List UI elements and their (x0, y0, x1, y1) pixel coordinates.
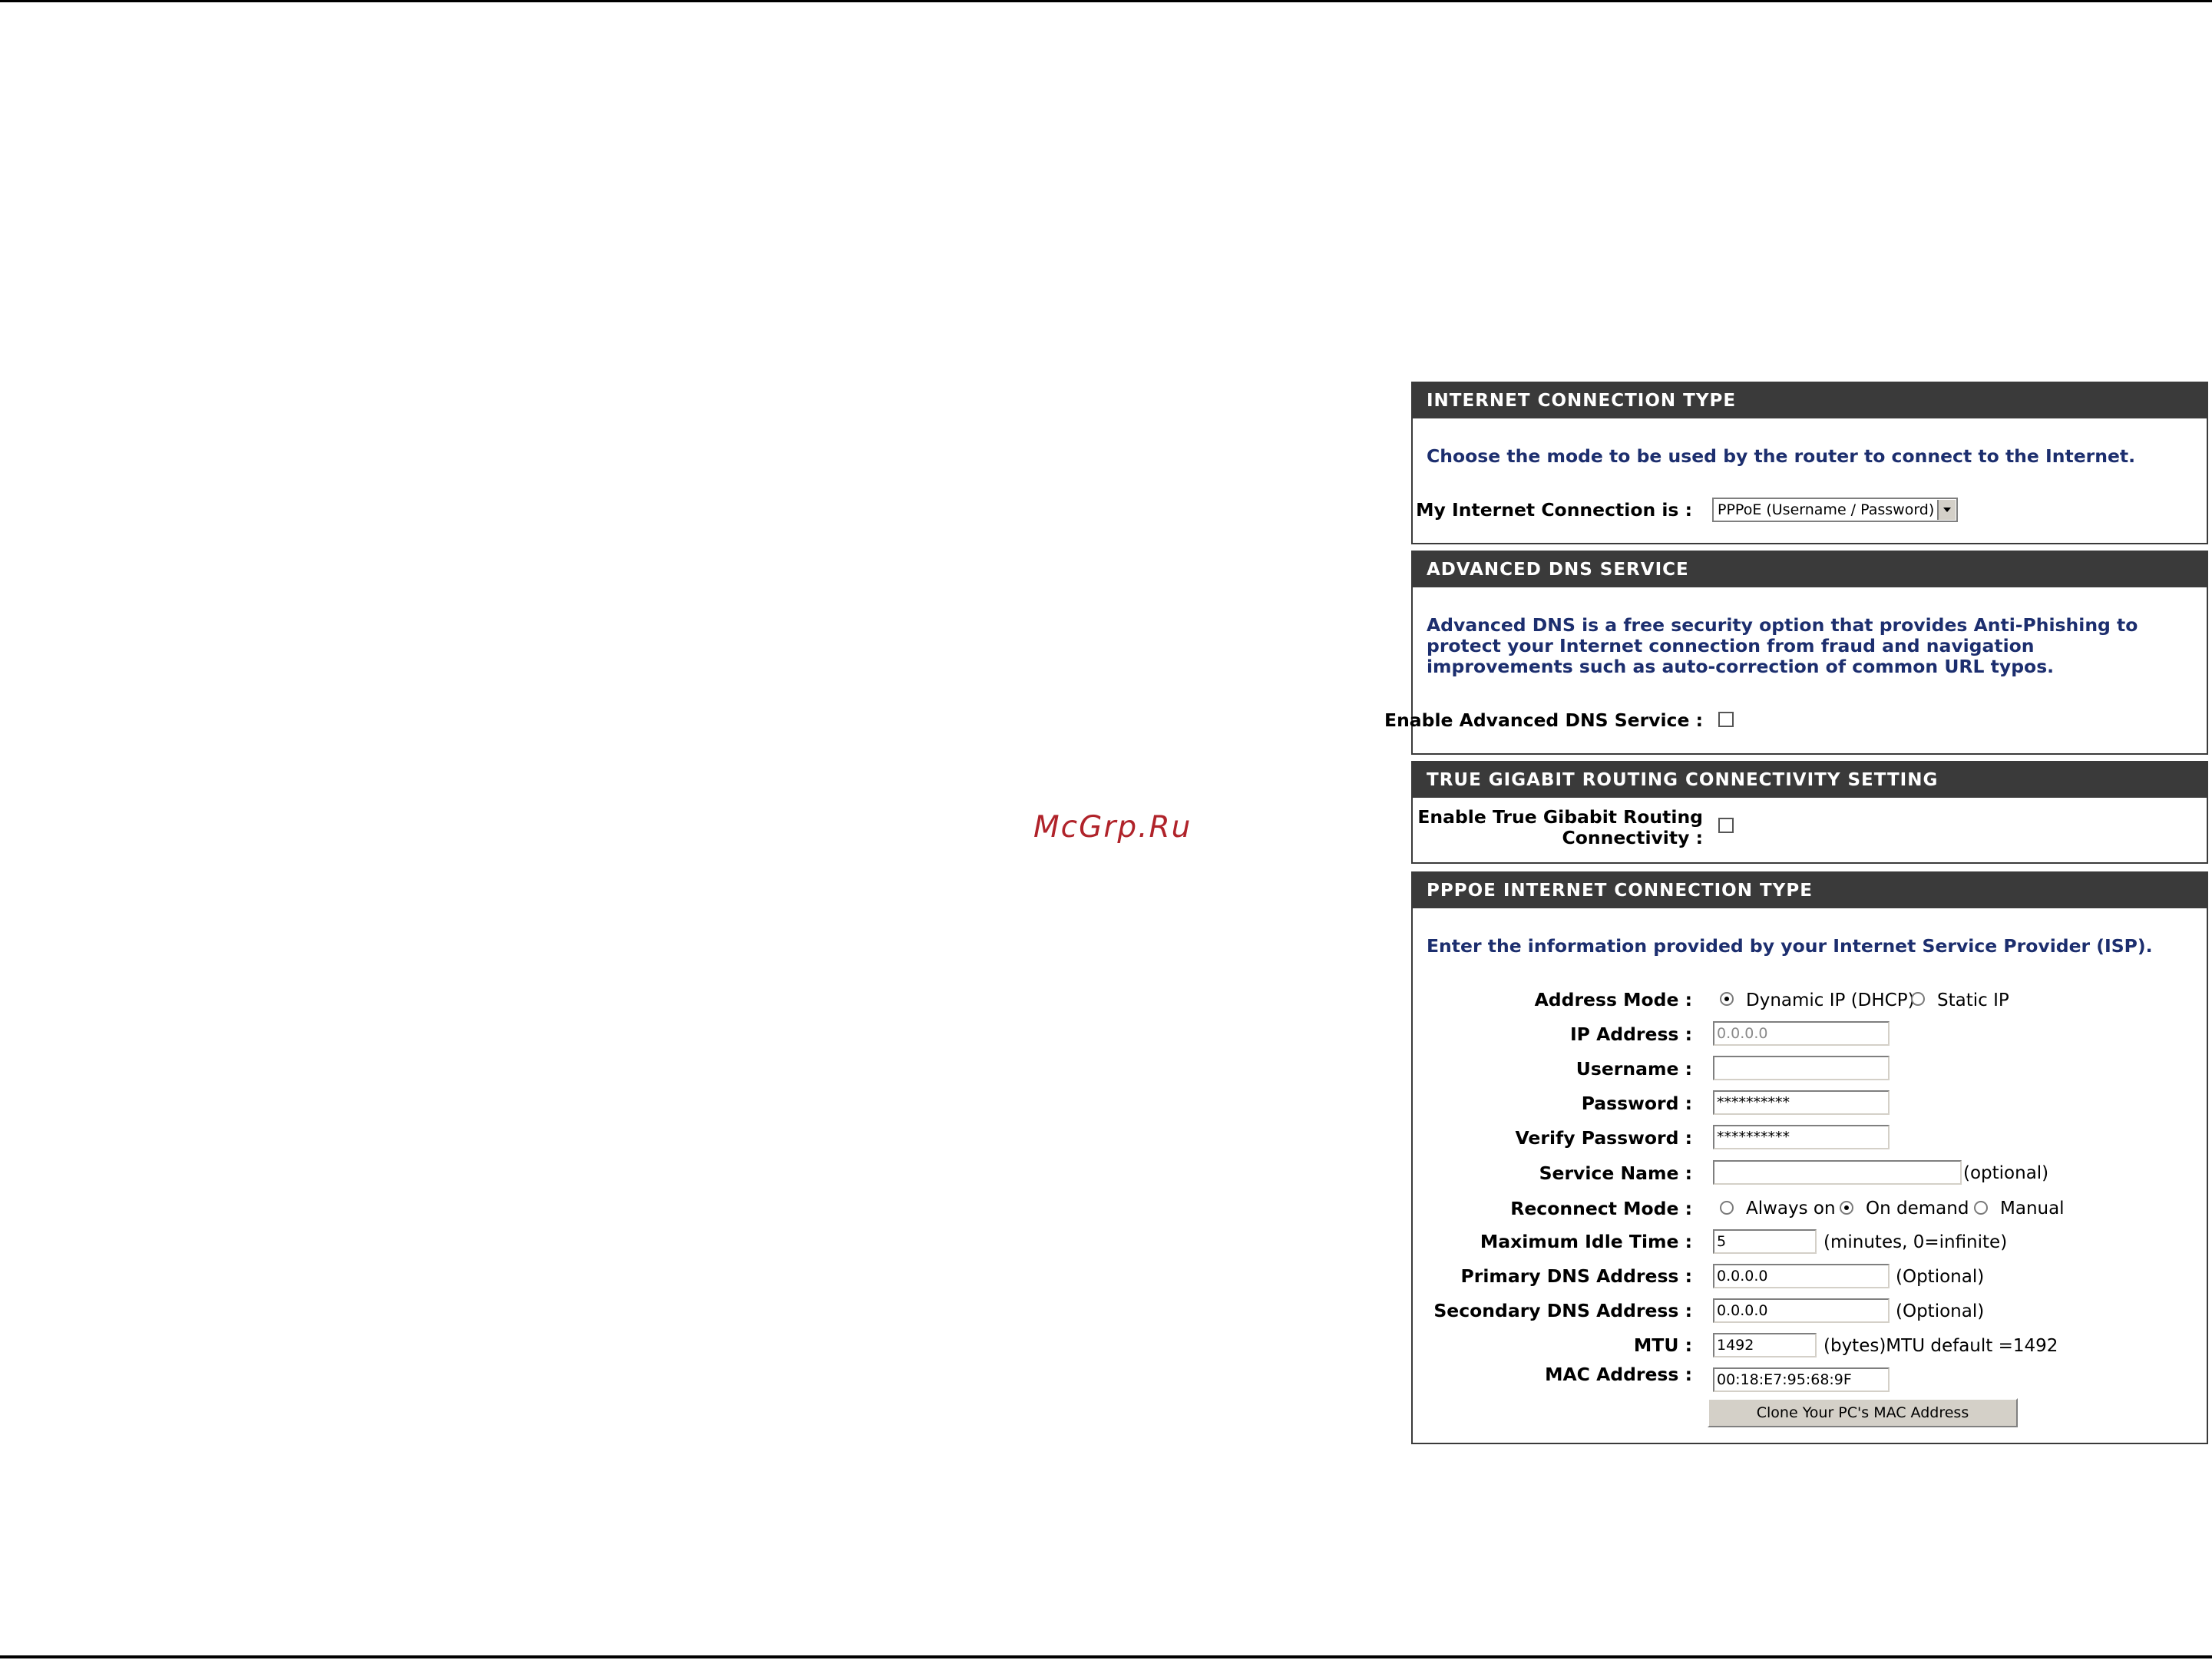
address-mode-dynamic-label: Dynamic IP (DHCP) (1746, 990, 1915, 1010)
panel-header: INTERNET CONNECTION TYPE (1413, 383, 2207, 418)
panel-header: TRUE GIGABIT ROUTING CONNECTIVITY SETTIN… (1413, 762, 2207, 798)
mtu-note: (bytes)MTU default =1492 (1823, 1336, 2058, 1356)
panel-description: Advanced DNS is a free security option t… (1427, 614, 2138, 677)
true-gigabit-panel: TRUE GIGABIT ROUTING CONNECTIVITY SETTIN… (1411, 761, 2208, 864)
service-name-note: (optional) (1963, 1163, 2049, 1183)
enable-advanced-dns-label: Enable Advanced DNS Service : (1384, 709, 1703, 731)
password-label: Password : (1581, 1093, 1692, 1114)
enable-true-gigabit-checkbox[interactable] (1718, 818, 1734, 833)
reconnect-always-on-radio[interactable] (1720, 1201, 1734, 1215)
top-rule (0, 0, 2212, 2)
mtu-input[interactable]: 1492 (1713, 1333, 1817, 1357)
max-idle-time-label: Maximum Idle Time : (1480, 1231, 1692, 1252)
panel-description: Choose the mode to be used by the router… (1427, 445, 2136, 467)
advanced-dns-panel: ADVANCED DNS SERVICE Advanced DNS is a f… (1384, 551, 2208, 755)
verify-password-input[interactable]: ********** (1713, 1125, 1890, 1149)
primary-dns-label: Primary DNS Address : (1460, 1265, 1693, 1287)
reconnect-on-demand-label: On demand (1866, 1199, 1969, 1219)
address-mode-static-label: Static IP (1937, 990, 2009, 1010)
reconnect-on-demand-radio[interactable] (1840, 1201, 1853, 1215)
username-label: Username : (1576, 1058, 1692, 1080)
panel-header: PPPOE INTERNET CONNECTION TYPE (1413, 873, 2207, 908)
secondary-dns-note: (Optional) (1896, 1301, 1985, 1321)
address-mode-static-radio[interactable] (1911, 992, 1925, 1006)
ip-address-input[interactable]: 0.0.0.0 (1713, 1021, 1890, 1046)
service-name-input[interactable] (1713, 1160, 1962, 1185)
internet-connection-type-panel: INTERNET CONNECTION TYPE Choose the mode… (1411, 382, 2208, 544)
connection-type-select[interactable]: PPPoE (Username / Password) (1712, 498, 1958, 522)
address-mode-dynamic-radio[interactable] (1720, 992, 1734, 1006)
verify-password-label: Verify Password : (1515, 1127, 1692, 1149)
password-input[interactable]: ********** (1713, 1090, 1890, 1115)
watermark: McGrp.Ru (1033, 810, 1192, 845)
primary-dns-input[interactable]: 0.0.0.0 (1713, 1264, 1890, 1288)
chevron-down-icon[interactable] (1937, 500, 1956, 520)
connection-type-label: My Internet Connection is : (1416, 499, 1692, 521)
panel-header: ADVANCED DNS SERVICE (1413, 552, 2207, 587)
secondary-dns-input[interactable]: 0.0.0.0 (1713, 1298, 1890, 1323)
reconnect-mode-label: Reconnect Mode : (1510, 1198, 1692, 1219)
primary-dns-note: (Optional) (1896, 1267, 1985, 1287)
panel-description: Enter the information provided by your I… (1427, 935, 2153, 957)
service-name-label: Service Name : (1539, 1162, 1692, 1184)
enable-advanced-dns-checkbox[interactable] (1718, 712, 1734, 727)
ip-address-label: IP Address : (1569, 1023, 1692, 1045)
address-mode-label: Address Mode : (1534, 989, 1692, 1010)
mac-address-label: MAC Address : (1545, 1364, 1692, 1385)
mtu-label: MTU : (1633, 1334, 1692, 1356)
bottom-rule (0, 1655, 2212, 1658)
max-idle-time-note: (minutes, 0=infinite) (1823, 1232, 2008, 1252)
reconnect-manual-radio[interactable] (1974, 1201, 1988, 1215)
mac-address-input[interactable]: 00:18:E7:95:68:9F (1713, 1367, 1890, 1392)
secondary-dns-label: Secondary DNS Address : (1433, 1300, 1692, 1321)
max-idle-time-input[interactable]: 5 (1713, 1229, 1817, 1254)
reconnect-always-on-label: Always on (1746, 1199, 1836, 1219)
pppoe-panel: PPPOE INTERNET CONNECTION TYPE Enter the… (1411, 871, 2208, 1444)
enable-true-gigabit-label-line2: Connectivity : (1562, 827, 1703, 848)
clone-mac-address-button[interactable]: Clone Your PC's MAC Address (1708, 1398, 2018, 1427)
connection-type-value: PPPoE (Username / Password) (1718, 501, 1935, 518)
enable-true-gigabit-label-line1: Enable True Gibabit Routing (1417, 806, 1703, 828)
username-input[interactable] (1713, 1056, 1890, 1080)
reconnect-manual-label: Manual (2000, 1199, 2065, 1219)
